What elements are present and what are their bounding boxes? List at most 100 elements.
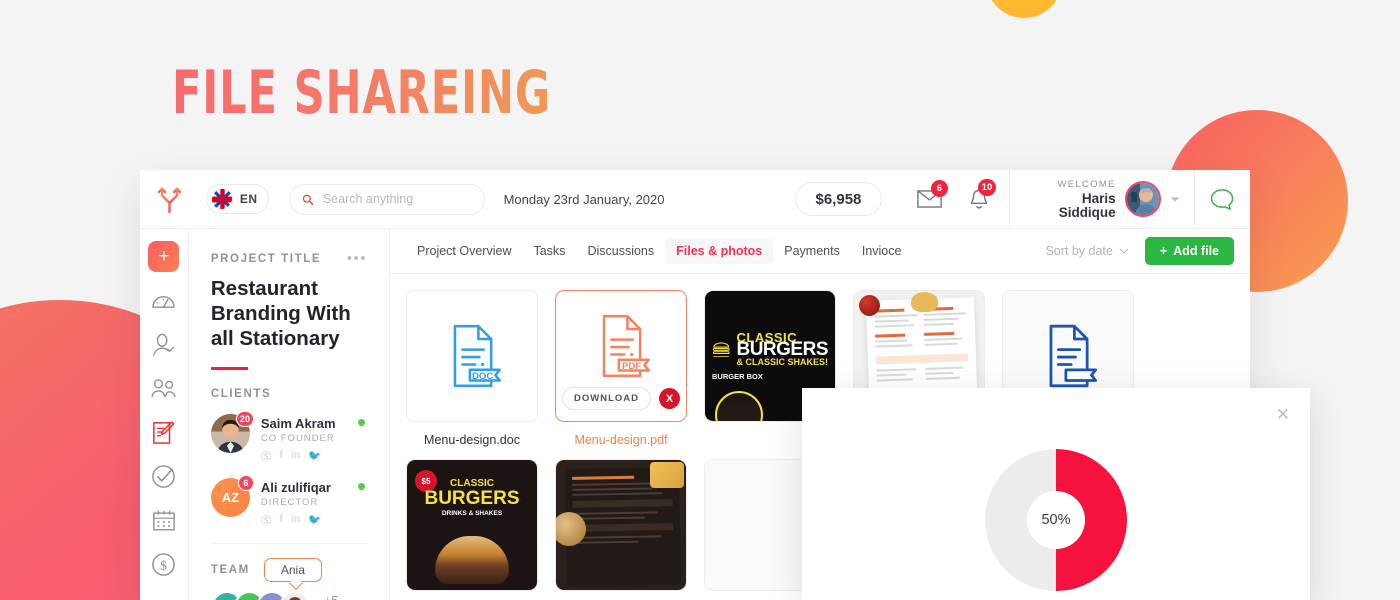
tab-discussions[interactable]: Discussions (576, 238, 665, 264)
facebook-icon[interactable]: f (279, 449, 283, 464)
client-badge: 20 (235, 410, 254, 427)
linkedin-icon[interactable]: in (291, 449, 300, 464)
add-file-label: Add file (1173, 244, 1219, 258)
add-file-button[interactable]: + Add file (1144, 237, 1234, 265)
client-info: Ali zulifiqar DIRECTOR Ⓢ f in 🐦 (261, 478, 367, 528)
client-info: Saim Akram CO FOUNDER Ⓢ f in 🐦 (261, 414, 367, 464)
skype-icon[interactable]: Ⓢ (261, 513, 272, 528)
title-divider (210, 367, 248, 370)
user-name: Haris Siddique (1058, 191, 1116, 220)
twitter-icon[interactable]: 🐦 (308, 513, 321, 528)
sidebar-item-tasks[interactable] (148, 461, 179, 492)
status-badge (358, 418, 365, 426)
page-title: FILE SHAREING (172, 58, 552, 128)
sidebar-item-add[interactable]: + (148, 241, 180, 272)
linkedin-icon[interactable]: in (291, 513, 300, 528)
poster-title: CLASSIC BURGERS DRINKS & SHAKES (424, 478, 520, 517)
more-dots-icon[interactable]: ••• (347, 251, 367, 266)
sidebar-item-notes[interactable] (148, 417, 179, 448)
sidebar-item-team[interactable] (148, 373, 179, 404)
check-circle-icon (152, 465, 176, 488)
dollar-circle-icon: $ (152, 553, 176, 576)
list-item[interactable]: 20 Saim Akram CO FOUNDER Ⓢ f in 🐦 (210, 410, 367, 464)
project-kicker: PROJECT TITLE (210, 253, 322, 265)
poster-fries-photo (911, 292, 938, 312)
poster-line-3: & CLASSIC SHAKES! (736, 356, 828, 367)
sidebar-item-dashboard[interactable] (148, 285, 179, 316)
tab-project-overview[interactable]: Project Overview (406, 238, 522, 264)
progress-donut-chart: 50% (985, 449, 1127, 591)
app-logo[interactable] (140, 186, 199, 213)
sidebar-item-calendar[interactable] (148, 505, 179, 536)
download-button[interactable]: DOWNLOAD (562, 387, 651, 410)
welcome-label: WELCOME (1057, 179, 1116, 190)
share-split-arrow-icon (157, 186, 182, 213)
close-icon[interactable]: ✕ (1276, 406, 1290, 423)
status-badge (358, 482, 365, 490)
sidebar-item-user-check[interactable] (148, 329, 179, 360)
tab-tasks[interactable]: Tasks (522, 238, 576, 264)
file-card[interactable] (555, 459, 687, 591)
svg-text:DOC: DOC (472, 371, 493, 382)
calendar-icon (153, 510, 175, 531)
sidebar-rail: + $ (140, 229, 189, 600)
mail-button[interactable]: 6 (904, 170, 953, 229)
file-card[interactable]: DOC Menu-design.doc (406, 290, 538, 447)
welcome-block: WELCOME Haris Siddique (1028, 178, 1116, 220)
notification-badge: 10 (977, 178, 997, 196)
file-card[interactable]: $5 CLASSIC BURGERS DRINKS & SHAKES (406, 459, 538, 591)
team-header: TEAM Ania (211, 557, 367, 582)
mail-badge: 6 (930, 179, 948, 197)
project-header: PROJECT TITLE ••• (210, 251, 367, 266)
dashboard-gauge-icon (152, 296, 176, 308)
client-role: DIRECTOR (260, 496, 319, 508)
poster-seal (715, 391, 763, 421)
file-card-selected[interactable]: PDF DOWNLOAD X Menu-design.pdf (555, 290, 687, 447)
facebook-icon[interactable]: f (279, 513, 283, 528)
burger-icon (712, 342, 730, 357)
file-thumbnail[interactable]: DOC (406, 290, 538, 422)
chevron-down-icon (1170, 196, 1180, 202)
svg-text:$: $ (161, 558, 168, 573)
sort-dropdown[interactable]: Sort by date (1045, 244, 1129, 258)
client-socials: Ⓢ f in 🐦 (261, 449, 367, 464)
project-title: Restaurant Branding With all Stationary (210, 277, 351, 350)
user-check-icon (153, 333, 175, 356)
list-item[interactable]: AZ 6 Ali zulifiqar DIRECTOR Ⓢ f in 🐦 (210, 474, 367, 528)
team-avatar-photo[interactable] (279, 590, 312, 600)
remove-file-button[interactable]: X (659, 388, 680, 409)
skype-icon[interactable]: Ⓢ (261, 449, 272, 464)
file-name: Menu-design.doc (424, 433, 520, 447)
file-thumbnail[interactable]: $5 CLASSIC BURGERS DRINKS & SHAKES (406, 459, 538, 591)
user-menu[interactable]: WELCOME Haris Siddique (1009, 170, 1195, 229)
pdf-file-icon: PDF (602, 314, 650, 378)
poster-dark-menu (556, 460, 686, 590)
avatar: 20 (210, 410, 254, 453)
chevron-down-icon (1119, 248, 1129, 254)
chat-button[interactable] (1195, 188, 1250, 211)
tab-payments[interactable]: Payments (773, 238, 851, 264)
balance-pill[interactable]: $6,958 (794, 182, 883, 216)
language-selector[interactable]: EN (205, 184, 270, 214)
doc-file-icon: DOC (453, 324, 501, 388)
search-box[interactable] (289, 183, 485, 215)
team-more-label[interactable]: +5 more (324, 594, 367, 600)
uk-flag-icon (211, 188, 233, 210)
edit-note-icon (153, 421, 175, 444)
tab-invoice[interactable]: Invioce (851, 238, 913, 264)
poster-fries-photo (650, 462, 684, 488)
sort-label: Sort by date (1045, 244, 1113, 258)
notifications-button[interactable]: 10 (954, 170, 1003, 229)
poster-classic-burgers: $5 CLASSIC BURGERS DRINKS & SHAKES (407, 460, 537, 590)
file-thumbnail[interactable]: PDF DOWNLOAD X (555, 290, 687, 422)
file-thumbnail[interactable] (555, 459, 687, 591)
top-bar: EN Monday 23rd January, 2020 $6,958 6 (140, 170, 1250, 229)
search-input[interactable] (322, 192, 472, 206)
team-tooltip: Ania (263, 557, 322, 582)
chat-bubble-icon (1210, 188, 1234, 210)
sidebar-item-finance[interactable]: $ (148, 549, 179, 580)
language-label: EN (239, 192, 258, 206)
twitter-icon[interactable]: 🐦 (308, 449, 321, 464)
client-name: Ali zulifiqar (260, 479, 331, 495)
tab-files-and-photos[interactable]: Files & photos (665, 238, 774, 264)
